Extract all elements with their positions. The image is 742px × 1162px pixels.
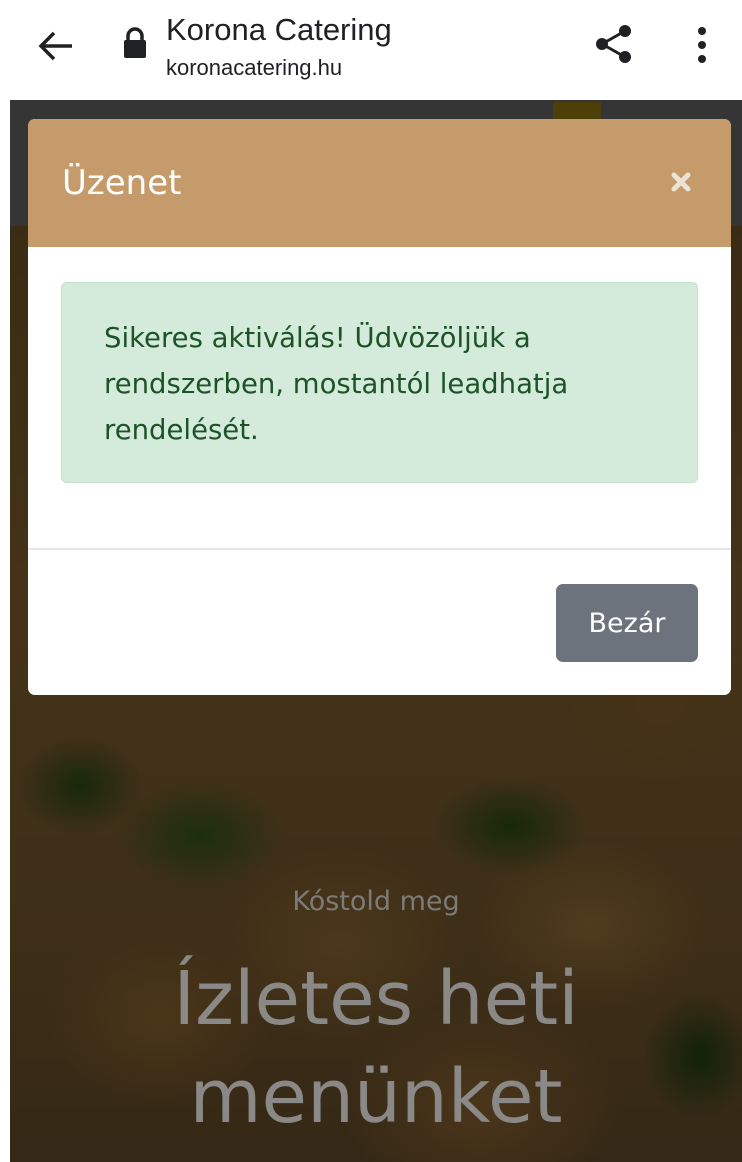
hero-title-line-2: menünket (189, 1054, 563, 1140)
close-x-icon[interactable] (666, 167, 696, 197)
more-vert-icon (698, 27, 706, 63)
modal-title: Üzenet (62, 163, 182, 203)
site-title[interactable]: Korona Catering (166, 12, 392, 48)
close-button[interactable]: Bezár (556, 584, 698, 662)
more-options-button[interactable] (684, 24, 720, 66)
back-button[interactable] (36, 26, 76, 66)
browser-toolbar: Korona Catering koronacatering.hu (0, 0, 742, 100)
share-button[interactable] (592, 22, 636, 66)
message-modal: Üzenet Sikeres aktiválás! Üdvözöljük a r… (28, 119, 731, 695)
back-arrow-icon (38, 31, 72, 61)
hero-title-line-1: Ízletes heti (173, 956, 579, 1042)
alert-message: Sikeres aktiválás! Üdvözöljük a rendszer… (104, 322, 569, 446)
modal-header: Üzenet (28, 119, 731, 247)
hero-title: Ízletes heti menünket (10, 950, 742, 1146)
modal-divider (28, 548, 731, 550)
hero-subtitle: Kóstold meg (292, 886, 460, 917)
site-url[interactable]: koronacatering.hu (166, 55, 342, 81)
lock-icon[interactable] (120, 26, 150, 60)
success-alert: Sikeres aktiválás! Üdvözöljük a rendszer… (61, 282, 698, 483)
share-icon (596, 25, 631, 63)
